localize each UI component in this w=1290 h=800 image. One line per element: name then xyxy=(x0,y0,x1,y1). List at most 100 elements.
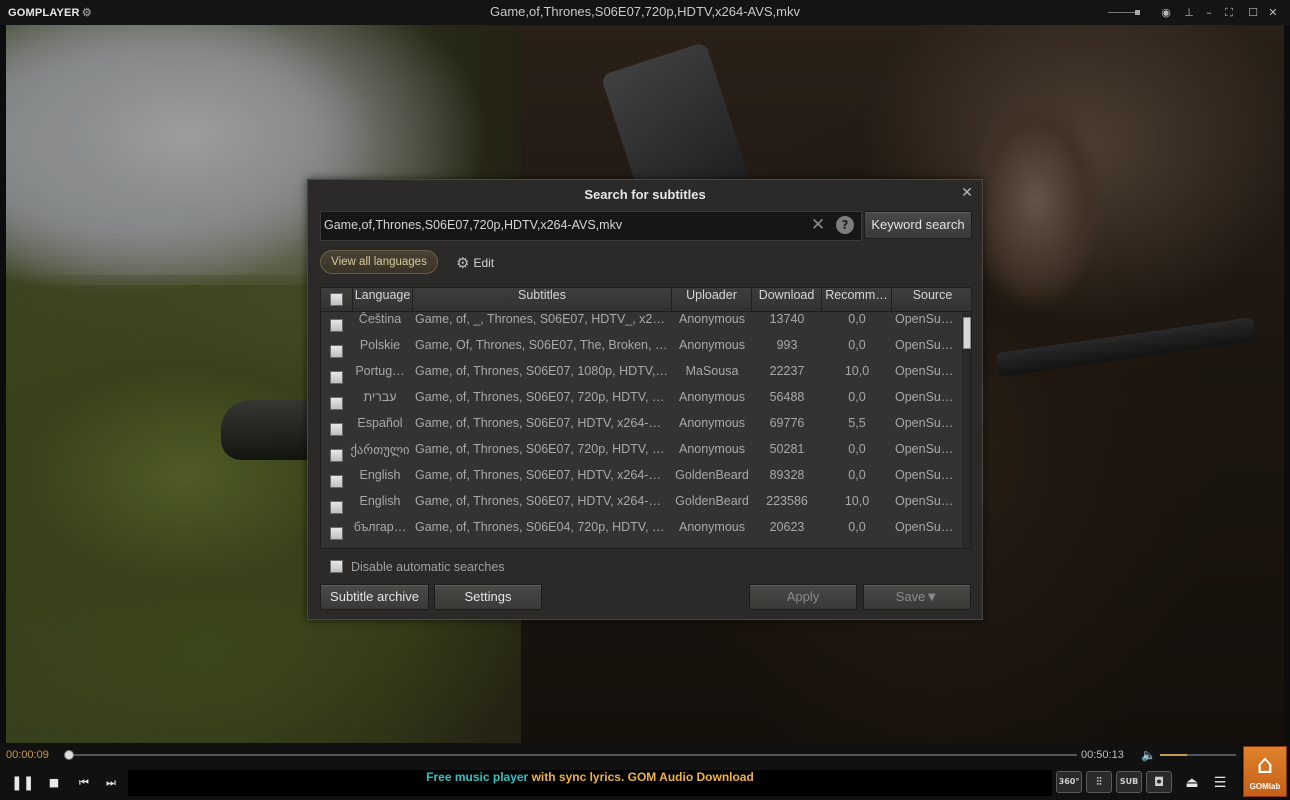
pause-icon[interactable]: ❚❚ xyxy=(11,773,34,793)
search-input[interactable] xyxy=(324,214,804,236)
row-checkbox[interactable] xyxy=(330,345,343,358)
dialog-close-icon[interactable]: ✕ xyxy=(960,186,974,200)
cell-source: OpenSubtitles xyxy=(895,416,955,430)
gomlab-button[interactable]: ⌂ GOMlab xyxy=(1243,746,1287,797)
disable-auto-search-checkbox[interactable] xyxy=(330,560,343,573)
scrollbar-thumb[interactable] xyxy=(963,317,971,349)
row-checkbox[interactable] xyxy=(330,527,343,540)
row-checkbox[interactable] xyxy=(330,449,343,462)
cell-recommend: 5,5 xyxy=(848,416,866,430)
cell-recommend: 0,0 xyxy=(848,520,866,534)
equalizer-icon[interactable]: ⫶⫶ xyxy=(1086,771,1112,793)
ticker-highlight: Free music player xyxy=(426,770,529,784)
header-recommend[interactable]: Recomm… xyxy=(822,288,892,312)
camera-icon[interactable]: ◘ xyxy=(1146,771,1172,793)
save-button[interactable]: Save▼ xyxy=(863,584,971,610)
cell-recommend: 0,0 xyxy=(848,338,866,352)
next-icon[interactable]: ⏭ xyxy=(101,773,121,793)
table-row[interactable]: English Game, of, Thrones, S06E07, HDTV,… xyxy=(321,494,961,520)
cell-source: OpenSubtitles xyxy=(895,494,955,508)
cell-source: OpenSubtitles xyxy=(895,468,955,482)
seek-track[interactable] xyxy=(65,754,1077,756)
close-icon[interactable]: ✕ xyxy=(1266,5,1280,20)
row-checkbox[interactable] xyxy=(330,423,343,436)
cell-subtitles: Game, of, Thrones, S06E07, 1080p, HDTV, … xyxy=(415,364,669,378)
cell-download: 89328 xyxy=(769,468,805,482)
header-download[interactable]: Download xyxy=(752,288,822,312)
cell-subtitles: Game, of, Thrones, S06E07, HDTV, x264-KI… xyxy=(415,468,669,482)
vr-360-button[interactable]: 360° xyxy=(1056,771,1082,793)
stop-icon[interactable]: ■ xyxy=(44,773,64,793)
table-row[interactable]: Polskie Game, Of, Thrones, S06E07, The, … xyxy=(321,338,961,364)
row-checkbox[interactable] xyxy=(330,475,343,488)
table-row[interactable]: Portug… Game, of, Thrones, S06E07, 1080p… xyxy=(321,364,961,390)
table-row[interactable]: ქართული Game, of, Thrones, S06E07, 720p,… xyxy=(321,442,961,468)
cell-uploader: GoldenBeard xyxy=(675,468,749,482)
broadcast-icon[interactable]: ◉ xyxy=(1158,5,1174,20)
cell-download: 56488 xyxy=(769,390,805,404)
select-all-checkbox[interactable] xyxy=(330,293,343,306)
row-checkbox[interactable] xyxy=(330,371,343,384)
header-subtitles[interactable]: Subtitles xyxy=(413,288,672,312)
app-logo[interactable]: GOMPLAYER ⚙ xyxy=(8,6,92,19)
cell-download: 22237 xyxy=(769,364,805,378)
keyword-search-button[interactable]: Keyword search xyxy=(864,211,972,239)
edit-label: Edit xyxy=(473,256,495,270)
cell-language: Español xyxy=(357,416,403,430)
table-row[interactable]: English Game, of, Thrones, S06E07, HDTV,… xyxy=(321,468,961,494)
control-bar: ❚❚ ■ ⏮ ⏭ Free music player with sync lyr… xyxy=(0,767,1240,800)
cell-subtitles: Game, of, Thrones, S06E07, 720p, HDTV, x… xyxy=(415,390,669,404)
cell-subtitles: Game, of, Thrones, S06E07, 720p, HDTV, x… xyxy=(415,442,669,456)
help-icon[interactable]: ? xyxy=(836,216,854,234)
ad-ticker[interactable]: Free music player with sync lyrics. GOM … xyxy=(128,770,1052,796)
pin-icon[interactable]: ⊥ xyxy=(1182,5,1196,20)
gear-icon[interactable]: ⚙ xyxy=(82,7,92,19)
cell-language: българ… xyxy=(353,520,407,534)
table-row[interactable]: Čeština Game, of, _, Thrones, S06E07, HD… xyxy=(321,312,961,338)
cell-source: OpenSubtitles xyxy=(895,442,955,456)
cell-download: 223586 xyxy=(766,494,808,508)
cell-download: 13740 xyxy=(769,312,805,326)
subtitle-button[interactable]: SUB xyxy=(1116,771,1142,793)
cell-recommend: 10,0 xyxy=(844,494,870,508)
cell-recommend: 0,0 xyxy=(848,468,866,482)
fullscreen-icon[interactable]: ⛶ xyxy=(1222,5,1236,20)
header-source[interactable]: Source xyxy=(892,288,971,312)
settings-button[interactable]: Settings xyxy=(434,584,542,610)
minimize-icon[interactable]: – xyxy=(1202,5,1216,20)
cell-recommend: 10,0 xyxy=(844,364,870,378)
cell-uploader: GoldenBeard xyxy=(675,494,749,508)
maximize-icon[interactable]: ☐ xyxy=(1246,5,1260,20)
cell-language: Polskie xyxy=(359,338,401,352)
header-language[interactable]: Language xyxy=(353,288,413,312)
table-row[interactable]: עברית Game, of, Thrones, S06E07, 720p, H… xyxy=(321,390,961,416)
subtitle-table: Language Subtitles Uploader Download Rec… xyxy=(320,287,972,549)
cell-uploader: Anonymous xyxy=(678,520,745,534)
apply-button[interactable]: Apply xyxy=(749,584,857,610)
view-all-languages-button[interactable]: View all languages xyxy=(320,250,438,274)
titlebar-volume-slider[interactable] xyxy=(1108,10,1140,15)
row-checkbox[interactable] xyxy=(330,501,343,514)
cell-language: עברית xyxy=(363,390,397,404)
cell-source: OpenSubtitles xyxy=(895,390,955,404)
clear-icon[interactable]: ✕ xyxy=(809,216,827,234)
cell-uploader: Anonymous xyxy=(678,442,745,456)
subtitle-archive-button[interactable]: Subtitle archive xyxy=(320,584,429,610)
table-row[interactable]: българ… Game, of, Thrones, S06E04, 720p,… xyxy=(321,520,961,546)
search-box: ✕ ? xyxy=(320,211,862,241)
cell-source: OpenSubtitles xyxy=(895,338,955,352)
volume-slider[interactable] xyxy=(1160,754,1236,756)
menu-icon[interactable]: ☰ xyxy=(1210,773,1230,793)
eject-icon[interactable]: ⏏ xyxy=(1182,773,1202,793)
header-uploader[interactable]: Uploader xyxy=(672,288,752,312)
table-scrollbar[interactable] xyxy=(962,313,971,548)
row-checkbox[interactable] xyxy=(330,319,343,332)
edit-button[interactable]: ⚙ Edit xyxy=(456,255,494,271)
cell-subtitles: Game, of, Thrones, S06E07, HDTV, x264-KI… xyxy=(415,416,669,430)
table-row[interactable]: Español Game, of, Thrones, S06E07, HDTV,… xyxy=(321,416,961,442)
cell-subtitles: Game, of, Thrones, S06E04, 720p, HDTV, x… xyxy=(415,520,669,534)
previous-icon[interactable]: ⏮ xyxy=(74,773,94,793)
volume-icon[interactable]: 🔈 xyxy=(1141,748,1156,762)
row-checkbox[interactable] xyxy=(330,397,343,410)
seek-knob[interactable] xyxy=(64,750,75,760)
